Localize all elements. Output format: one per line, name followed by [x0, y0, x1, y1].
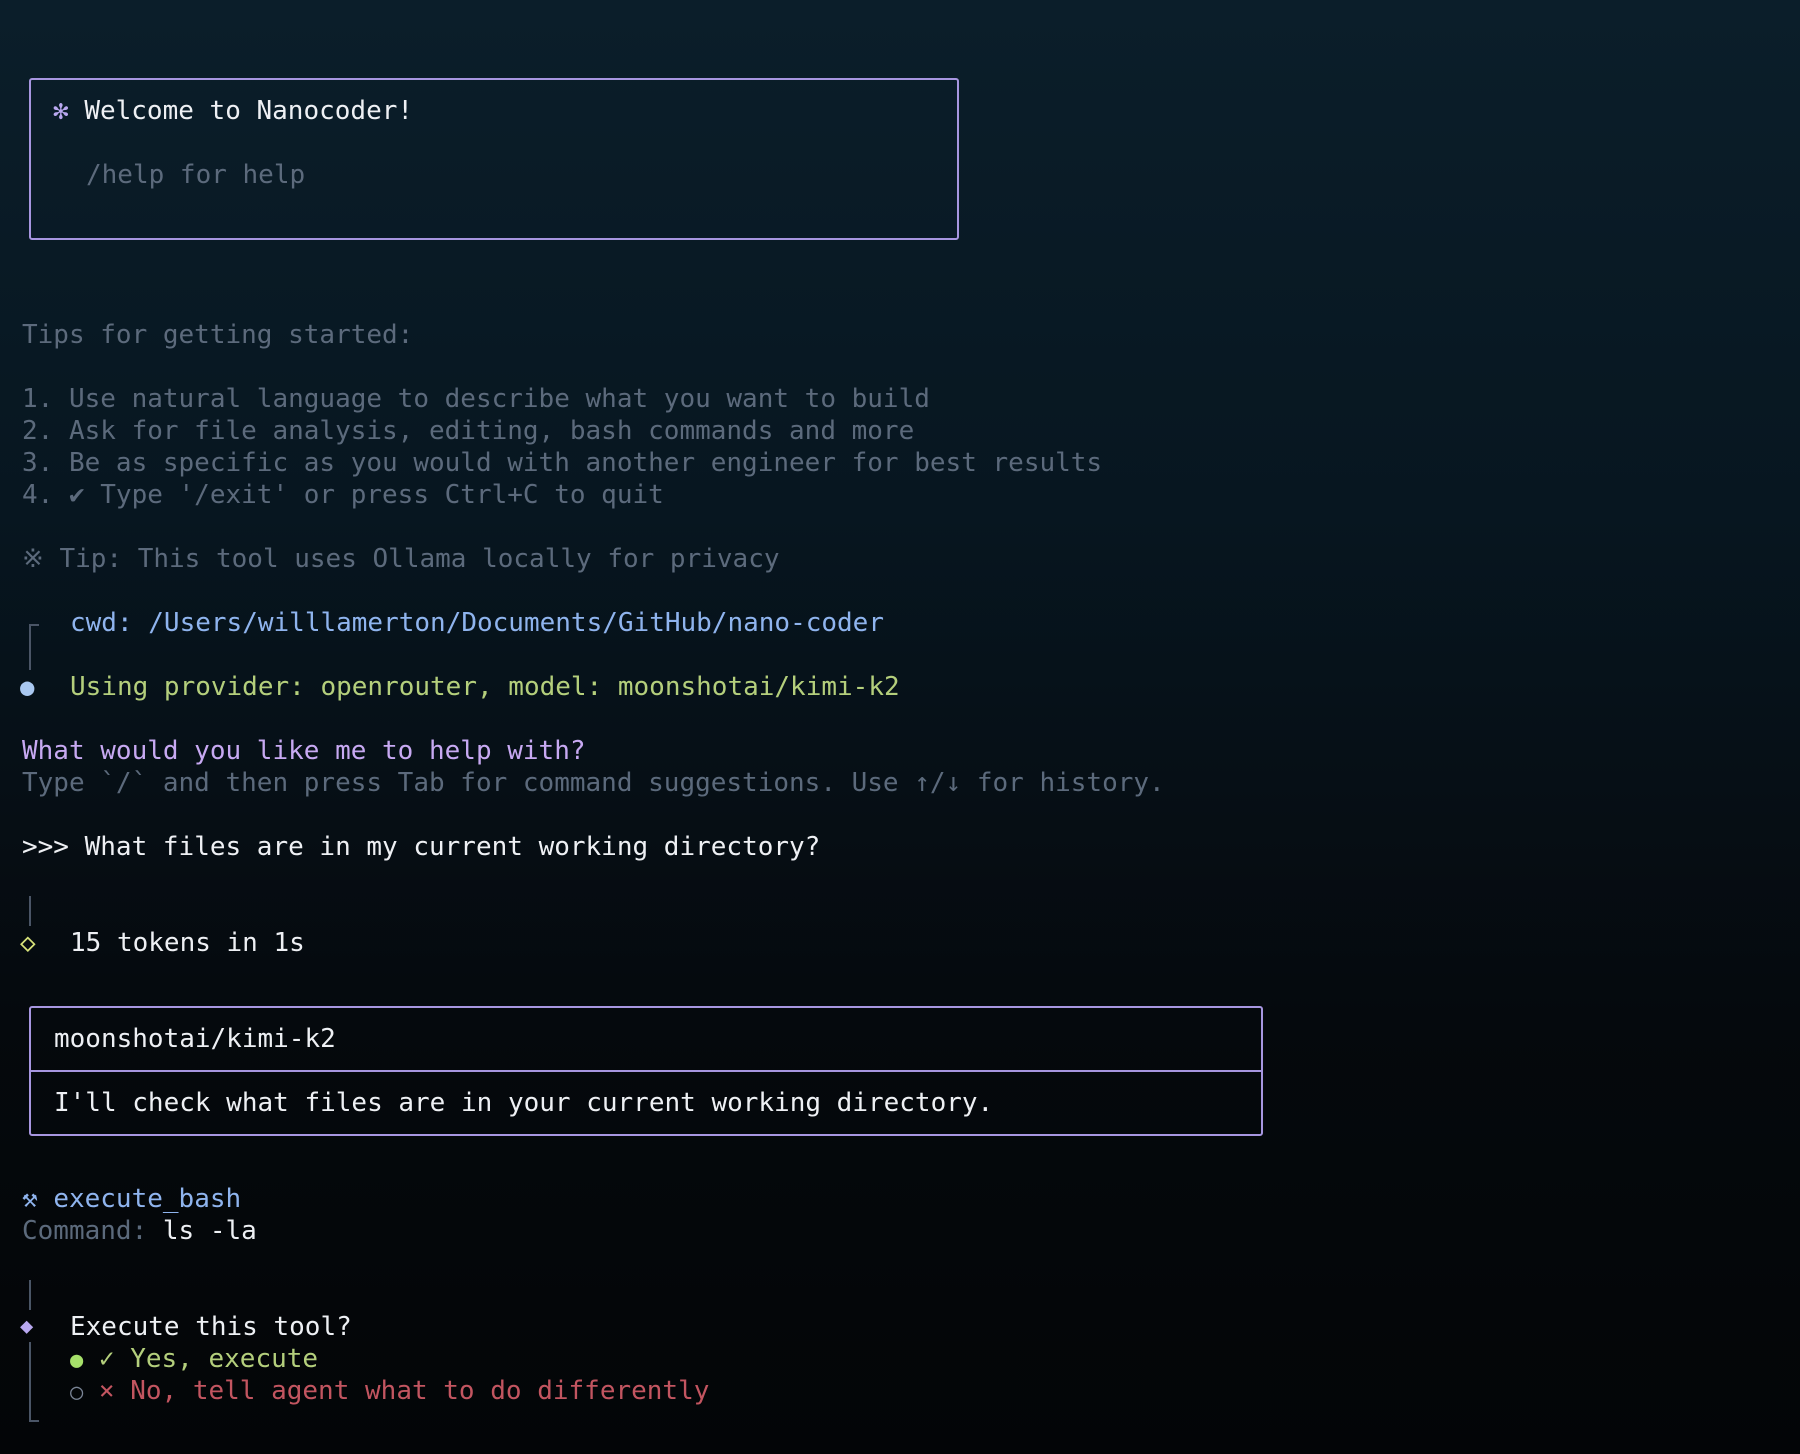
cwd-line: cwd: /Users/willlamerton/Documents/GitHu… — [70, 607, 884, 639]
radio-selected-icon: ● — [70, 1348, 84, 1373]
tips-item-2: 2. Ask for file analysis, editing, bash … — [22, 416, 915, 446]
radio-unselected-icon: ○ — [70, 1380, 84, 1405]
cwd-path: /Users/willlamerton/Documents/GitHub/nan… — [148, 608, 884, 638]
option-no[interactable]: ○ × No, tell agent what to do differentl… — [70, 1375, 709, 1407]
welcome-help: /help for help — [86, 160, 306, 190]
tips-heading: Tips for getting started: — [22, 320, 414, 350]
command-label: Command: — [22, 1216, 148, 1246]
user-message-line: >>> What files are in my current working… — [22, 831, 820, 863]
welcome-title: Welcome to Nanocoder! — [84, 96, 414, 126]
token-stats: 15 tokens in 1s — [70, 928, 305, 958]
confirm-rail — [29, 1342, 31, 1422]
token-rail — [29, 896, 31, 926]
diamond-filled-icon: ◆ — [20, 1314, 34, 1339]
prompt-hint: Type `/` and then press Tab for command … — [22, 768, 1165, 798]
assistant-panel-divider — [29, 1070, 1263, 1072]
status-rail — [29, 624, 31, 670]
welcome-title-line: ✻ Welcome to Nanocoder! — [53, 95, 413, 127]
tips-item-1: 1. Use natural language to describe what… — [22, 384, 930, 414]
privacy-tip-text: Tip: This tool uses Ollama locally for p… — [59, 544, 780, 574]
diamond-outline-icon: ◇ — [20, 928, 36, 958]
sparkle-icon: ✻ — [53, 96, 69, 126]
privacy-tip-line: ※ Tip: This tool uses Ollama locally for… — [22, 543, 780, 575]
command-value: ls -la — [162, 1216, 257, 1246]
tool-name: execute_bash — [53, 1184, 242, 1214]
option-yes[interactable]: ● ✓ Yes, execute — [70, 1343, 318, 1375]
tips-item-4: 4. ✔ Type '/exit' or press Ctrl+C to qui… — [22, 480, 664, 510]
provider-info: Using provider: openrouter, model: moons… — [70, 672, 900, 702]
tool-command-line: Command: ls -la — [22, 1215, 257, 1247]
tips-item-3: 3. Be as specific as you would with anot… — [22, 448, 1103, 478]
option-no-label: × No, tell agent what to do differently — [98, 1376, 710, 1406]
cwd-label: cwd: — [70, 608, 133, 638]
option-yes-label: ✓ Yes, execute — [98, 1344, 319, 1374]
confirm-rail-top — [29, 1280, 31, 1310]
assistant-message: I'll check what files are in your curren… — [54, 1088, 994, 1118]
reference-mark-icon: ※ — [22, 544, 44, 574]
confirm-question: Execute this tool? — [70, 1312, 352, 1342]
tool-name-line: ⚒ execute_bash — [22, 1183, 241, 1215]
user-message: What files are in my current working dir… — [84, 832, 821, 862]
confirm-rail-bottom — [29, 1420, 39, 1422]
hammer-pick-icon: ⚒ — [22, 1184, 38, 1214]
prompt-question: What would you like me to help with? — [22, 736, 586, 766]
status-dot-icon: ● — [20, 673, 35, 701]
user-prompt-marker: >>> — [22, 832, 69, 862]
assistant-model-name: moonshotai/kimi-k2 — [54, 1024, 336, 1054]
